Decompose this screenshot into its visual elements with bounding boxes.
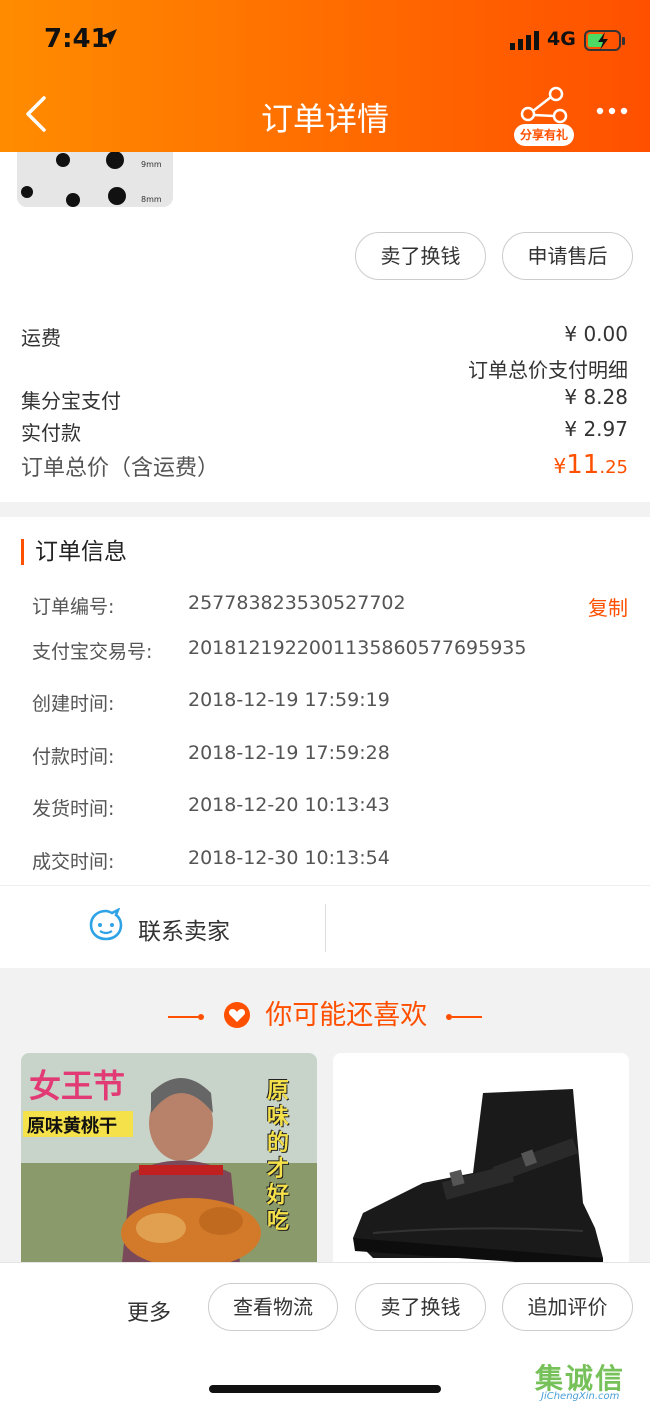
product-image: 9mm 8mm	[17, 152, 173, 207]
contact-bar: 联系卖家	[0, 885, 650, 968]
more-button[interactable]: 更多	[127, 1295, 171, 1327]
order-info-card: 订单信息 订单编号: 257783823530527702 复制 支付宝交易号:…	[0, 517, 650, 885]
shipping-label: 运费	[21, 326, 61, 350]
location-arrow-icon	[101, 29, 117, 45]
more-dots-icon[interactable]	[596, 106, 628, 116]
recommend-item-2-image	[333, 1053, 629, 1273]
watermark-en: JiChengXin.com	[541, 1391, 620, 1402]
share-button[interactable]: 分享有礼	[514, 84, 576, 146]
order-info-title: 订单信息	[21, 539, 127, 565]
header: 7:41 4G 订单详情 分享有礼	[0, 0, 650, 152]
deal-time-value: 2018-12-30 10:13:54	[188, 847, 390, 869]
alipay-trade-label: 支付宝交易号:	[32, 641, 153, 663]
created-time-label: 创建时间:	[32, 693, 115, 715]
alipay-trade-value: 2018121922001135860577695935	[188, 637, 527, 659]
order-number-value: 257783823530527702	[188, 592, 406, 614]
shipping-row: 运费 ¥ 0.00	[21, 322, 628, 351]
paid-time-value: 2018-12-19 17:59:28	[188, 742, 390, 764]
shipped-time-label: 发货时间:	[32, 798, 115, 820]
points-row: 集分宝支付 ¥ 8.28	[21, 385, 628, 414]
vertical-divider	[325, 904, 326, 952]
points-label: 集分宝支付	[21, 389, 121, 413]
payment-detail-link[interactable]: 订单总价支付明细	[468, 354, 628, 383]
sell-for-cash-button-top[interactable]: 卖了换钱	[355, 232, 486, 280]
battery-charging-icon	[584, 30, 625, 51]
network-type: 4G	[547, 28, 576, 50]
contact-seller-label: 联系卖家	[138, 919, 230, 945]
recommend-header: 你可能还喜欢	[0, 993, 650, 1033]
size-label-9mm: 9mm	[141, 160, 162, 169]
total-integer: 11	[566, 450, 600, 480]
view-logistics-button[interactable]: 查看物流	[208, 1283, 338, 1331]
nav-bar: 订单详情 分享有礼	[0, 80, 650, 146]
copy-button[interactable]: 复制	[588, 592, 628, 621]
share-icon	[520, 86, 568, 124]
product-thumbnail[interactable]: 9mm 8mm	[17, 152, 173, 207]
total-label: 订单总价（含运费）	[21, 456, 220, 481]
points-value: ¥ 8.28	[564, 385, 628, 409]
share-label: 分享有礼	[514, 124, 574, 146]
payment-card: 9mm 8mm 卖了换钱 申请售后 运费 ¥ 0.00 订单总价支付明细 集分宝…	[0, 152, 650, 502]
tag-side: 原味的才好吃	[267, 1079, 290, 1234]
recommend-item-2[interactable]	[333, 1053, 629, 1273]
paid-value: ¥ 2.97	[564, 417, 628, 441]
paid-row: 实付款 ¥ 2.97	[21, 417, 628, 446]
home-indicator[interactable]	[209, 1385, 441, 1393]
shipping-value: ¥ 0.00	[564, 322, 628, 346]
recommend-title: 你可能还喜欢	[265, 1000, 428, 1031]
total-decimal: .25	[599, 457, 628, 478]
shipped-time-value: 2018-12-20 10:13:43	[188, 794, 390, 816]
tag-banner: 原味黄桃干	[27, 1115, 117, 1137]
heart-icon	[223, 1001, 250, 1028]
status-bar: 7:41 4G	[0, 22, 650, 58]
paid-time-label: 付款时间:	[32, 746, 115, 768]
chat-bubble-icon	[89, 908, 123, 941]
paid-label: 实付款	[21, 421, 81, 445]
deal-time-label: 成交时间:	[32, 851, 115, 873]
created-time-value: 2018-12-19 17:59:19	[188, 689, 390, 711]
after-sale-button[interactable]: 申请售后	[502, 232, 633, 280]
add-review-button[interactable]: 追加评价	[502, 1283, 633, 1331]
sell-for-cash-button-bottom[interactable]: 卖了换钱	[355, 1283, 486, 1331]
order-number-label: 订单编号:	[32, 596, 115, 618]
signal-icon	[510, 31, 539, 50]
watermark-logo: 集诚信 JiChengXin.com	[535, 1357, 647, 1405]
status-time: 7:41	[44, 24, 109, 54]
recommend-item-1[interactable]: 女王节 原味黄桃干 原味的才好吃	[21, 1053, 317, 1273]
total-price: ¥11.25	[554, 450, 628, 480]
total-row: 订单总价（含运费） ¥11.25	[21, 450, 628, 482]
size-label-8mm: 8mm	[141, 195, 162, 204]
total-currency: ¥	[553, 454, 567, 478]
bottom-action-bar: 更多 查看物流 卖了换钱 追加评价 集诚信 JiChengXin.com	[0, 1262, 650, 1407]
tag-queen-festival: 女王节	[29, 1067, 125, 1105]
